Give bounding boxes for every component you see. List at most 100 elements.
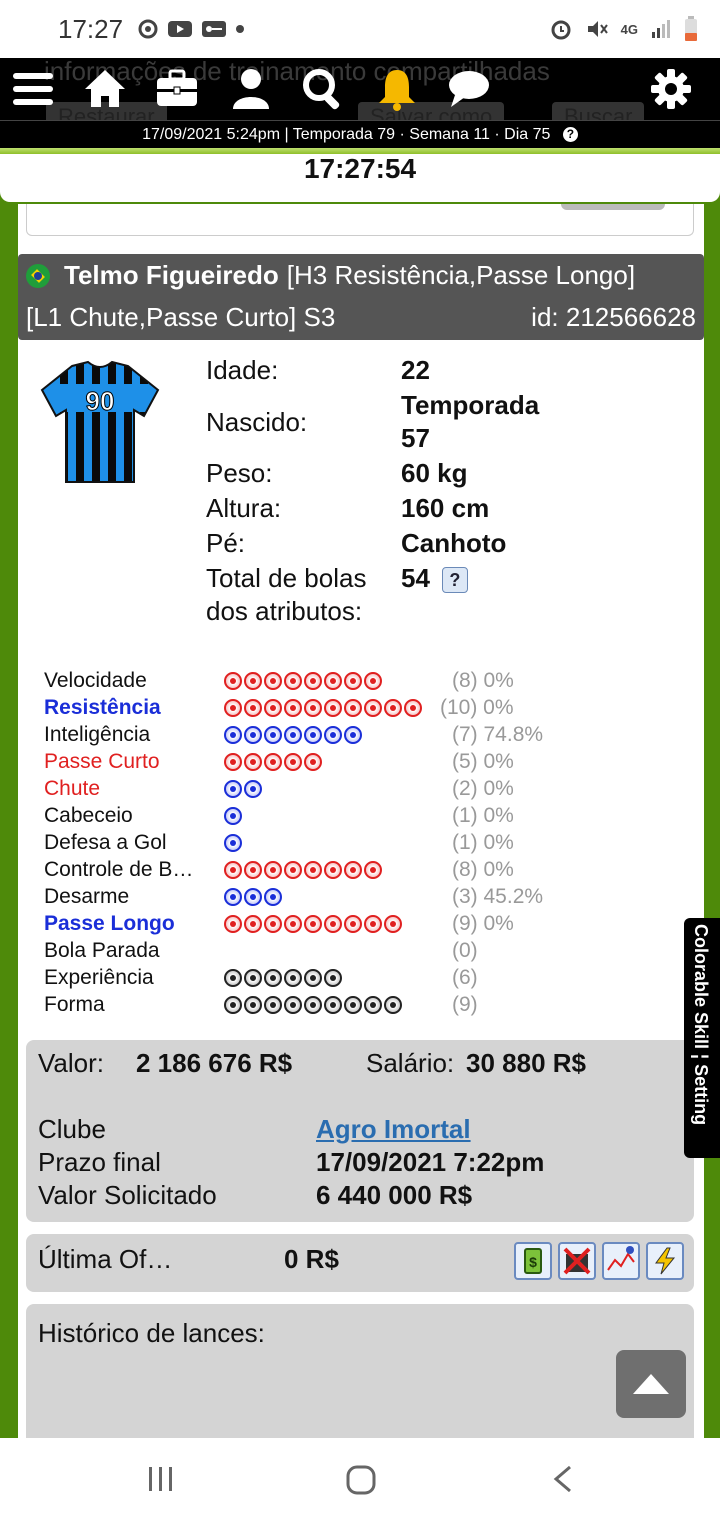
skill-ball-icon [264,753,282,771]
skill-value: (0) [452,939,478,962]
skill-ball-icon [304,672,322,690]
chevron-up-icon [633,1374,669,1394]
skill-balls [224,969,342,987]
skill-ball-icon [284,861,302,879]
skill-ball-icon [304,861,322,879]
menu-icon[interactable] [10,66,56,112]
skill-ball-icon [284,672,302,690]
info-label: Nascido: [206,407,308,437]
recent-apps-icon[interactable] [146,1464,176,1494]
market-box: Valor: 2 186 676 R$ Salário: 30 880 R$ C… [26,1040,694,1222]
date-bar: 17/09/2021 5:24pm | Temporada 79 · Seman… [0,120,720,148]
info-label: Altura: [206,493,282,523]
skill-row: Resistência (10) 0% [44,694,684,721]
skill-ball-icon [224,888,242,906]
skill-ball-icon [324,915,342,933]
chart-icon[interactable] [602,1242,640,1280]
skill-ball-icon [224,726,242,744]
top-nav: informações de treinamento compartilhada… [0,58,720,120]
skill-ball-icon [224,834,242,852]
valor-label: Valor: [38,1048,104,1078]
brazil-flag-icon [26,263,50,288]
skill-ball-icon [264,861,282,879]
player-info: Idade: 22 Nascido: Temporada 57 Peso: 60… [206,354,686,630]
skill-ball-icon [324,861,342,879]
skill-row: Forma (9) [44,991,684,1018]
offer-box: Última Of… 0 R$ $ [26,1234,694,1292]
skill-value: (3) 45.2% [452,885,544,908]
key-app-icon [202,21,227,37]
skill-ball-icon [284,969,302,987]
skill-ball-icon [344,726,362,744]
skill-balls [224,888,282,906]
skill-ball-icon [324,969,342,987]
info-label: Total de bolas dos atributos: [206,563,367,626]
gear-icon[interactable] [648,66,694,112]
skill-ball-icon [244,726,262,744]
bell-icon[interactable] [374,66,420,112]
prazo-label: Prazo final [38,1147,161,1177]
info-value: 54 [401,563,430,593]
money-icon[interactable]: $ [514,1242,552,1280]
clock-box: 17:27:54 [0,154,720,202]
skill-ball-icon [264,996,282,1014]
skill-ball-icon [224,753,242,771]
chat-icon[interactable] [446,66,492,112]
skill-ball-icon [224,969,242,987]
info-value: Temporada 57 [401,390,540,453]
block-transfer-icon[interactable] [558,1242,596,1280]
back-icon[interactable] [550,1464,576,1494]
briefcase-icon[interactable] [154,66,200,112]
salario-value: 30 880 R$ [466,1048,586,1078]
skill-ball-icon [404,699,422,717]
clube-link[interactable]: Agro Imortal [316,1114,471,1145]
skill-row: Experiência (6) [44,964,684,991]
skill-row: Defesa a Gol (1) 0% [44,829,684,856]
skill-row: Controle de B… (8) 0% [44,856,684,883]
skill-row: Bola Parada (0) [44,937,684,964]
info-value-wrap: 54? [401,562,468,628]
user-icon[interactable] [228,66,274,112]
skill-name: Inteligência [44,723,151,746]
skill-ball-icon [304,753,322,771]
solicitado-label: Valor Solicitado [38,1180,217,1210]
previous-box-button[interactable] [561,204,665,210]
scroll-top-button[interactable] [616,1350,686,1418]
history-box: Histórico de lances: [26,1304,694,1438]
help-button[interactable]: ? [441,567,468,594]
network-label: 4G [620,21,638,37]
skill-ball-icon [324,699,342,717]
skill-ball-icon [344,672,362,690]
skill-row: Passe Longo (9) 0% [44,910,684,937]
skill-ball-icon [224,861,242,879]
skill-name: Bola Parada [44,939,160,962]
home-button-icon[interactable] [345,1464,377,1496]
skill-value: (9) [452,993,478,1016]
skill-ball-icon [264,699,282,717]
info-value: 60 kg [401,458,468,488]
skill-balls [224,915,402,933]
skill-balls [224,834,242,852]
skill-ball-icon [344,861,362,879]
lightning-icon[interactable] [646,1242,684,1280]
offer-label: Última Of… [38,1244,173,1274]
skill-ball-icon [364,699,382,717]
svg-text:$: $ [529,1254,537,1270]
player-traits-l: [L1 Chute,Passe Curto] S3 [26,302,336,332]
help-circle-icon[interactable]: ? [562,127,578,143]
skill-ball-icon [384,996,402,1014]
colorable-skill-tab[interactable]: Colorable Skill ¦ Setting [684,918,720,1158]
home-icon[interactable] [82,66,128,112]
info-label: Idade: [206,355,279,385]
skill-row: Cabeceio (1) 0% [44,802,684,829]
skill-value: (8) 0% [452,858,514,881]
skill-balls [224,780,262,798]
skill-ball-icon [244,969,262,987]
signal-icon [652,20,670,38]
player-traits-h: [H3 Resistência,Passe Longo] [286,260,636,290]
battery-icon [685,16,697,41]
salario-label: Salário: [366,1048,455,1078]
offer-value: 0 R$ [284,1244,339,1274]
search-icon[interactable] [300,66,346,112]
skill-balls [224,861,382,879]
